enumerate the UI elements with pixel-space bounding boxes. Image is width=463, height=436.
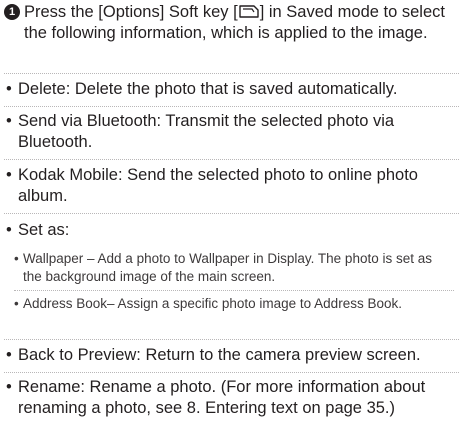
- list-item-back-to-preview: • Back to Preview: Return to the camera …: [6, 345, 456, 366]
- bullet-glyph: •: [6, 378, 12, 396]
- options-soft-key-icon: [238, 5, 259, 18]
- instruction-step: 1 Press the [Options] Soft key [] in Sav…: [4, 2, 459, 43]
- divider: [4, 339, 459, 340]
- divider: [4, 106, 459, 107]
- list-item-text: Set as:: [18, 221, 70, 239]
- divider: [4, 213, 459, 214]
- step-text: Press the [Options] Soft key [] in Saved…: [4, 2, 459, 43]
- step-number-badge: 1: [4, 4, 20, 20]
- list-item-text: Back to Preview: Return to the camera pr…: [18, 346, 421, 364]
- list-item-text: Kodak Mobile: Send the selected photo to…: [18, 166, 418, 205]
- bullet-glyph: •: [6, 221, 12, 239]
- sub-item-text: Wallpaper – Add a photo to Wallpaper in …: [23, 251, 432, 284]
- divider: [4, 372, 459, 373]
- list-item-send-via-bluetooth: • Send via Bluetooth: Transmit the selec…: [6, 111, 456, 152]
- sub-item-address-book: • Address Book– Assign a specific photo …: [14, 295, 454, 313]
- list-item-set-as: • Set as:: [6, 220, 456, 241]
- bullet-glyph: •: [14, 251, 19, 266]
- list-item-delete: • Delete: Delete the photo that is saved…: [6, 79, 456, 100]
- list-item-text: Send via Bluetooth: Transmit the selecte…: [18, 112, 395, 151]
- bullet-glyph: •: [6, 112, 12, 130]
- step-text-before: Press the [Options] Soft key [: [24, 3, 238, 21]
- sub-item-text: Address Book– Assign a specific photo im…: [23, 296, 402, 311]
- sub-item-wallpaper: • Wallpaper – Add a photo to Wallpaper i…: [14, 250, 454, 285]
- bullet-glyph: •: [6, 346, 12, 364]
- list-item-text: Rename: Rename a photo. (For more inform…: [18, 378, 426, 417]
- list-item-text: Delete: Delete the photo that is saved a…: [18, 80, 398, 98]
- bullet-glyph: •: [6, 166, 12, 184]
- list-item-kodak-mobile: • Kodak Mobile: Send the selected photo …: [6, 165, 456, 206]
- bullet-glyph: •: [6, 80, 12, 98]
- list-item-rename: • Rename: Rename a photo. (For more info…: [6, 377, 456, 418]
- manual-page: 1 Press the [Options] Soft key [] in Sav…: [0, 0, 463, 436]
- divider: [4, 73, 459, 74]
- divider: [4, 159, 459, 160]
- bullet-glyph: •: [14, 296, 19, 311]
- divider: [14, 290, 454, 291]
